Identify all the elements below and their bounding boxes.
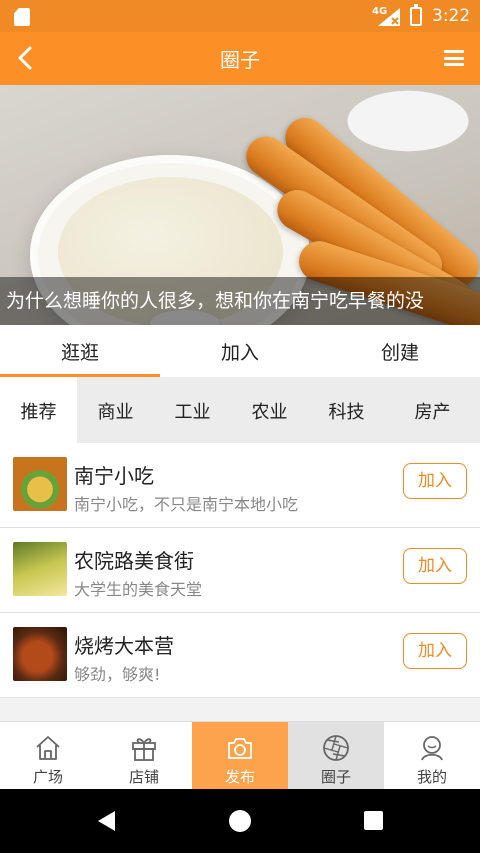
list-item[interactable]: 烧烤大本营 够劲，够爽! 加入 (0, 613, 480, 698)
system-nav-bar (0, 789, 480, 853)
bottom-nav: 广场 店铺 发布 圈子 我的 (0, 721, 480, 789)
banner-caption-bar: 为什么想睡你的人很多，想和你在南宁吃早餐的没 (0, 277, 480, 325)
system-recents-icon[interactable] (364, 811, 383, 830)
nav-label: 我的 (416, 768, 447, 786)
status-time: 3:22 (432, 6, 471, 26)
system-back-icon[interactable] (98, 811, 115, 831)
nav-circle[interactable]: 圈子 (288, 722, 384, 789)
battery-icon (410, 4, 422, 26)
category-recommended[interactable]: 推荐 (0, 377, 77, 443)
banner-caption: 为什么想睡你的人很多，想和你在南宁吃早餐的没 (6, 290, 425, 312)
tab-joined[interactable]: 加入 (160, 325, 320, 377)
category-business[interactable]: 商业 (77, 377, 154, 443)
join-button[interactable]: 加入 (403, 633, 467, 669)
nav-publish[interactable]: 发布 (192, 722, 288, 789)
nav-label: 圈子 (320, 768, 351, 786)
category-real-estate[interactable]: 房产 (385, 377, 480, 443)
gift-icon (132, 738, 156, 761)
system-home-icon[interactable] (229, 810, 251, 832)
circle-name: 烧烤大本营 (74, 634, 174, 658)
circle-name: 南宁小吃 (74, 464, 154, 488)
tab-bar: 逛逛 加入 创建 (0, 325, 480, 377)
category-industry[interactable]: 工业 (154, 377, 231, 443)
circle-list: 南宁小吃 南宁小吃，不只是南宁本地小吃 加入 农院路美食街 大学生的美食天堂 加… (0, 443, 480, 698)
nav-mine[interactable]: 我的 (384, 722, 480, 789)
user-icon (421, 736, 443, 761)
list-item[interactable]: 农院路美食街 大学生的美食天堂 加入 (0, 528, 480, 613)
circle-thumbnail (13, 627, 67, 681)
banner-carousel[interactable]: 为什么想睡你的人很多，想和你在南宁吃早餐的没 (0, 85, 480, 325)
category-agriculture[interactable]: 农业 (231, 377, 308, 443)
circle-thumbnail (13, 542, 67, 596)
status-bar: 4G 3:22 (0, 0, 480, 32)
circle-name: 农院路美食街 (74, 549, 194, 573)
join-button[interactable]: 加入 (403, 548, 467, 584)
signal-icon (378, 8, 400, 26)
tab-browse[interactable]: 逛逛 (0, 325, 160, 377)
camera-icon (228, 738, 252, 759)
home-icon (36, 736, 60, 760)
nav-square[interactable]: 广场 (0, 722, 96, 789)
sd-card-icon (14, 8, 30, 26)
aperture-icon (323, 735, 349, 761)
list-item[interactable]: 南宁小吃 南宁小吃，不只是南宁本地小吃 加入 (0, 443, 480, 528)
page-title: 圈子 (220, 48, 260, 72)
nav-shop[interactable]: 店铺 (96, 722, 192, 789)
app-header: 圈子 (0, 32, 480, 85)
circle-description: 南宁小吃，不只是南宁本地小吃 (74, 495, 299, 514)
nav-label: 广场 (32, 768, 63, 786)
category-bar: 推荐 商业 工业 农业 科技 房产 (0, 377, 480, 443)
menu-icon[interactable] (444, 50, 464, 66)
circle-description: 够劲，够爽! (74, 665, 161, 684)
nav-label: 店铺 (128, 768, 159, 786)
circle-thumbnail (13, 457, 67, 511)
join-button[interactable]: 加入 (403, 463, 467, 499)
circle-description: 大学生的美食天堂 (74, 580, 203, 599)
nav-label: 发布 (224, 768, 255, 786)
category-technology[interactable]: 科技 (308, 377, 385, 443)
tab-create[interactable]: 创建 (320, 325, 480, 377)
